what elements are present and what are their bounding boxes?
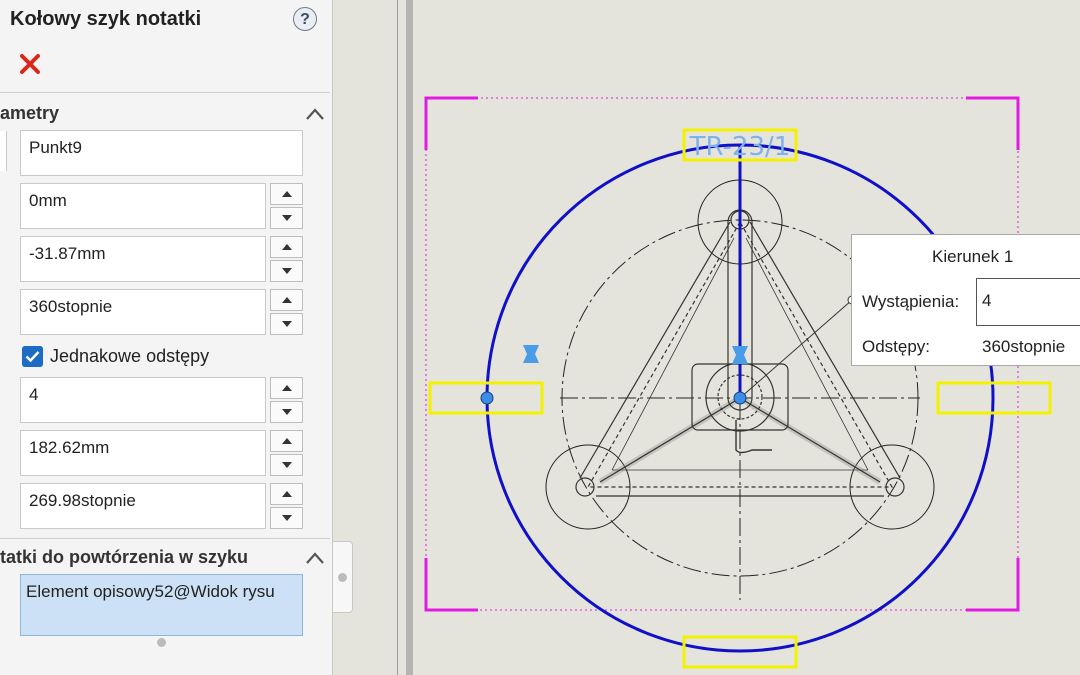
y-coordinate-input[interactable]: -31.87mm — [20, 236, 266, 282]
separator — [0, 92, 330, 93]
viewport-edge-line — [397, 0, 398, 675]
property-manager-panel: Kołowy szyk notatki ? ametry Punkt9 0mm … — [0, 0, 333, 675]
center-handle[interactable] — [733, 391, 747, 405]
source-note-text[interactable]: TR-23/1 — [689, 132, 791, 162]
chevron-up-icon[interactable] — [305, 107, 325, 121]
popup-title: Kierunek 1 — [932, 247, 1014, 266]
flyout-handle[interactable] — [338, 573, 347, 582]
radius-input[interactable]: 182.62mm — [20, 430, 266, 476]
section-title-parameters: ametry — [0, 103, 60, 123]
chevron-up-icon[interactable] — [305, 551, 325, 565]
section-header-notes[interactable]: tatki do powtórzenia w szyku — [0, 543, 333, 575]
spin-up-button[interactable] — [270, 289, 303, 311]
x-coordinate-input[interactable]: 0mm — [20, 183, 266, 229]
center-point-field[interactable]: Punkt9 — [20, 130, 303, 176]
help-icon[interactable]: ? — [293, 7, 317, 31]
section-title-notes: tatki do powtórzenia w szyku — [0, 547, 249, 567]
field-icon — [0, 131, 7, 171]
panel-title: Kołowy szyk notatki — [10, 8, 202, 30]
spin-up-button[interactable] — [270, 377, 303, 399]
instances-spinner[interactable] — [270, 377, 303, 423]
spin-down-button[interactable] — [270, 207, 303, 229]
spin-down-button[interactable] — [270, 260, 303, 282]
flyout-tab[interactable] — [333, 541, 353, 613]
direction-popup: Kierunek 1 Wystąpienia: 4 Odstępy: 360st… — [851, 234, 1080, 366]
y-coordinate-spinner[interactable] — [270, 236, 303, 282]
total-angle-input[interactable]: 360stopnie — [20, 289, 266, 335]
spin-up-button[interactable] — [270, 483, 303, 505]
spin-up-button[interactable] — [270, 236, 303, 258]
start-point-handle[interactable] — [480, 391, 494, 405]
start-angle-spinner[interactable] — [270, 483, 303, 529]
close-icon[interactable] — [18, 52, 42, 76]
spin-down-button[interactable] — [270, 401, 303, 423]
separator — [0, 538, 330, 539]
splitter-bar[interactable] — [406, 0, 413, 675]
leader-line — [739, 299, 853, 399]
spin-up-button[interactable] — [270, 430, 303, 452]
spin-down-button[interactable] — [270, 507, 303, 529]
equal-spacing-checkbox[interactable] — [22, 346, 43, 367]
spin-down-button[interactable] — [270, 454, 303, 476]
direction-marker-icon[interactable] — [523, 345, 748, 364]
spin-down-button[interactable] — [270, 313, 303, 335]
instances-input[interactable]: 4 — [20, 377, 266, 423]
radius-spinner[interactable] — [270, 430, 303, 476]
popup-spacing-value[interactable]: 360stopnie — [982, 337, 1065, 357]
resize-handle[interactable] — [157, 638, 166, 647]
popup-spacing-label: Odstępy: — [862, 337, 931, 356]
section-header-parameters[interactable]: ametry — [0, 99, 333, 131]
spin-up-button[interactable] — [270, 183, 303, 205]
total-angle-spinner[interactable] — [270, 289, 303, 335]
start-angle-input[interactable]: 269.98stopnie — [20, 483, 266, 529]
popup-instances-label: Wystąpienia: — [862, 292, 960, 311]
notes-selection-list[interactable]: Element opisowy52@Widok rysu — [20, 574, 303, 636]
equal-spacing-label: Jednakowe odstępy — [50, 346, 210, 366]
popup-instances-input[interactable]: 4 — [976, 278, 1080, 326]
x-coordinate-spinner[interactable] — [270, 183, 303, 229]
